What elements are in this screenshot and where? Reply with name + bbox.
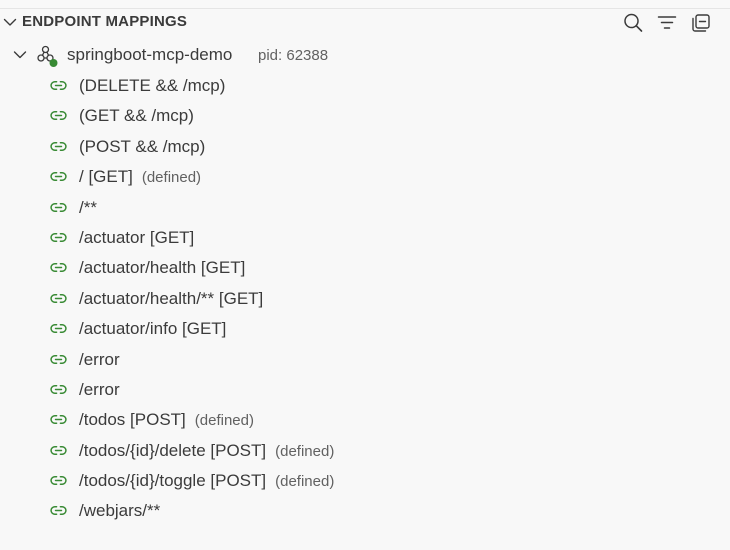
spring-app-running-icon xyxy=(36,44,60,68)
endpoint-mapping-item[interactable]: /todos [POST] (defined) xyxy=(0,404,730,434)
endpoint-mapping-item[interactable]: (DELETE && /mcp) xyxy=(0,70,730,100)
endpoint-mapping-label: /todos/{id}/toggle [POST] xyxy=(79,471,267,491)
endpoint-mapping-label: /error xyxy=(79,379,120,399)
collapse-all-icon[interactable] xyxy=(690,12,712,34)
link-icon xyxy=(50,138,67,155)
endpoint-mapping-text: /error xyxy=(79,350,120,370)
endpoint-mapping-label: /todos [POST] xyxy=(79,410,186,430)
endpoint-mapping-text: (GET && /mcp) xyxy=(79,106,194,126)
endpoint-mapping-item[interactable]: /actuator [GET] xyxy=(0,222,730,252)
endpoint-mapping-label: /actuator [GET] xyxy=(79,227,195,247)
endpoint-mapping-description: (defined) xyxy=(141,169,202,187)
link-icon xyxy=(50,411,67,428)
endpoint-mapping-text: /todos/{id}/delete [POST] (defined) xyxy=(79,441,334,461)
chevron-down-icon[interactable] xyxy=(2,14,18,30)
endpoint-mapping-list: (DELETE && /mcp) (GET && /mcp) (POST && … xyxy=(0,70,730,526)
panel-title: ENDPOINT MAPPINGS xyxy=(22,13,188,30)
endpoint-mapping-label: / [GET] xyxy=(79,167,133,187)
endpoint-mapping-text: / [GET] (defined) xyxy=(79,167,201,187)
endpoint-mapping-text: /actuator/health/** [GET] xyxy=(79,289,263,309)
filter-icon[interactable] xyxy=(656,12,678,34)
link-icon xyxy=(50,199,67,216)
endpoint-mapping-label: (GET && /mcp) xyxy=(79,106,194,126)
endpoint-mapping-text: /webjars/** xyxy=(79,501,160,521)
link-icon xyxy=(50,107,67,124)
link-icon xyxy=(50,168,67,185)
endpoint-mapping-label: /webjars/** xyxy=(79,501,161,521)
chevron-down-icon[interactable] xyxy=(12,47,28,63)
endpoint-mapping-label: /** xyxy=(79,197,97,217)
link-icon xyxy=(50,472,67,489)
endpoint-mapping-label: /actuator/health/** [GET] xyxy=(79,288,264,308)
app-pid: pid: 62388 xyxy=(258,47,329,64)
endpoint-mapping-description: (defined) xyxy=(275,442,335,460)
endpoint-mapping-item[interactable]: / [GET] (defined) xyxy=(0,161,730,191)
endpoint-mapping-text: /todos/{id}/toggle [POST] (defined) xyxy=(79,471,334,491)
endpoint-mapping-item[interactable]: /** xyxy=(0,192,730,222)
endpoint-mapping-text: /error xyxy=(79,380,120,400)
panel-header[interactable]: ENDPOINT MAPPINGS xyxy=(0,10,730,36)
app-name: springboot-mcp-demo xyxy=(67,45,233,64)
link-icon xyxy=(50,259,67,276)
endpoint-mapping-item[interactable]: /todos/{id}/delete [POST] (defined) xyxy=(0,435,730,465)
endpoint-mapping-item[interactable]: (GET && /mcp) xyxy=(0,100,730,130)
endpoint-mapping-item[interactable]: /webjars/** xyxy=(0,495,730,525)
panel-top-divider xyxy=(0,8,730,9)
endpoint-mapping-item[interactable]: (POST && /mcp) xyxy=(0,131,730,161)
link-icon xyxy=(50,351,67,368)
endpoint-mapping-label: /todos/{id}/delete [POST] xyxy=(79,440,267,460)
endpoint-mapping-label: (DELETE && /mcp) xyxy=(79,76,226,95)
endpoint-mapping-description: (defined) xyxy=(275,473,335,491)
link-icon xyxy=(50,502,67,519)
endpoint-mapping-item[interactable]: /todos/{id}/toggle [POST] (defined) xyxy=(0,465,730,495)
endpoint-mapping-text: /** xyxy=(79,198,97,218)
app-tree-item[interactable]: springboot-mcp-demo pid: 62388 xyxy=(0,40,730,70)
endpoint-mapping-label: /actuator/health [GET] xyxy=(79,258,246,278)
link-icon xyxy=(50,320,67,337)
endpoint-mapping-item[interactable]: /error xyxy=(0,344,730,374)
link-icon xyxy=(50,442,67,459)
endpoint-mapping-text: /actuator/info [GET] xyxy=(79,319,226,339)
endpoint-mapping-text: (POST && /mcp) xyxy=(79,137,205,157)
endpoint-mapping-label: /actuator/info [GET] xyxy=(79,319,227,339)
link-icon xyxy=(50,77,67,94)
link-icon xyxy=(50,290,67,307)
link-icon xyxy=(50,381,67,398)
endpoint-mapping-description: (defined) xyxy=(194,412,254,430)
endpoint-mapping-label: /error xyxy=(79,349,120,369)
endpoint-mapping-text: /todos [POST] (defined) xyxy=(79,410,254,430)
endpoint-mapping-text: (DELETE && /mcp) xyxy=(79,76,225,96)
endpoint-mapping-item[interactable]: /actuator/health/** [GET] xyxy=(0,283,730,313)
endpoint-mapping-item[interactable]: /actuator/health [GET] xyxy=(0,252,730,282)
endpoint-mapping-text: /actuator [GET] xyxy=(79,228,194,248)
link-icon xyxy=(50,229,67,246)
endpoint-mapping-item[interactable]: /error xyxy=(0,374,730,404)
endpoint-mapping-text: /actuator/health [GET] xyxy=(79,258,245,278)
search-icon[interactable] xyxy=(622,12,644,34)
endpoint-mapping-label: (POST && /mcp) xyxy=(79,136,206,156)
endpoint-mapping-item[interactable]: /actuator/info [GET] xyxy=(0,313,730,343)
